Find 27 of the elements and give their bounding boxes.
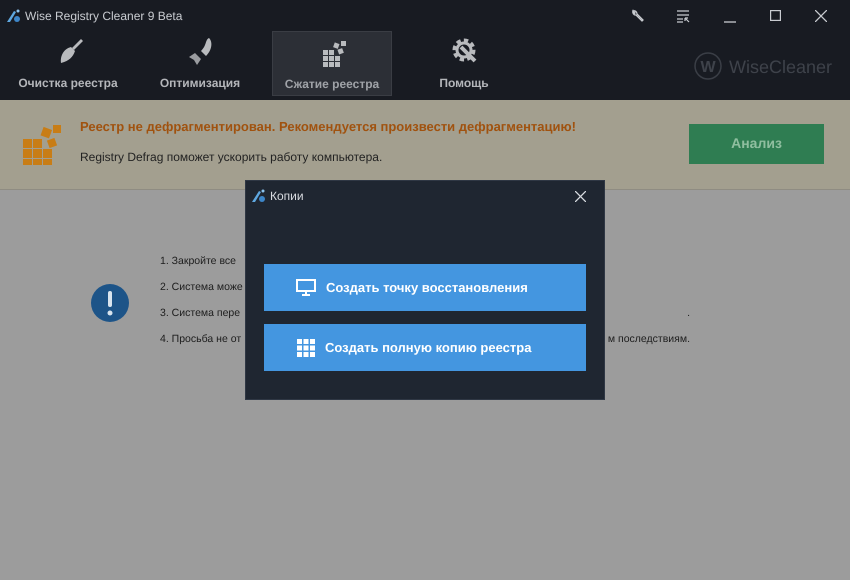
- warning-title: Реестр не дефрагментирован. Рекомендуется произвести дефрагментацию!: [80, 118, 576, 136]
- step-text: .: [687, 306, 690, 322]
- monitor-icon: [296, 279, 316, 296]
- toolbar-tab[interactable]: Оптимизация: [140, 31, 260, 96]
- close-icon[interactable]: [575, 190, 586, 202]
- grid-icon: [297, 338, 315, 356]
- step-text: м последствиям.: [608, 332, 690, 348]
- info-icon: [90, 283, 130, 323]
- toolbar-tab[interactable]: Очистка реестра: [8, 31, 128, 96]
- toolbar-tab[interactable]: Помощь: [404, 31, 524, 96]
- step-text: 3. Система пере: [160, 306, 240, 322]
- toolbar-tab[interactable]: Сжатие реестра: [272, 31, 392, 96]
- dialog-title: Копии: [270, 188, 304, 205]
- step-text: 1. Закройте все: [160, 254, 236, 270]
- maximize-icon[interactable]: [770, 10, 781, 21]
- close-icon[interactable]: [815, 10, 827, 22]
- app-logo-icon: [5, 8, 21, 24]
- menu-icon[interactable]: [676, 8, 690, 22]
- step-text: 4. Просьба не от: [160, 332, 242, 348]
- banner-subtitle: Registry Defrag поможет ускорить работу компьютера.: [80, 148, 384, 166]
- step-text: 2. Система може: [160, 280, 243, 296]
- window-title: Wise Registry Cleaner 9 Beta: [25, 8, 182, 24]
- app-logo-icon: [250, 188, 266, 204]
- blocks-icon: [22, 124, 64, 166]
- dialog-button[interactable]: Создать полную копию реестра: [264, 324, 586, 371]
- dialog-button[interactable]: Создать точку восстановления: [264, 264, 586, 311]
- wrench-icon[interactable]: [630, 8, 646, 24]
